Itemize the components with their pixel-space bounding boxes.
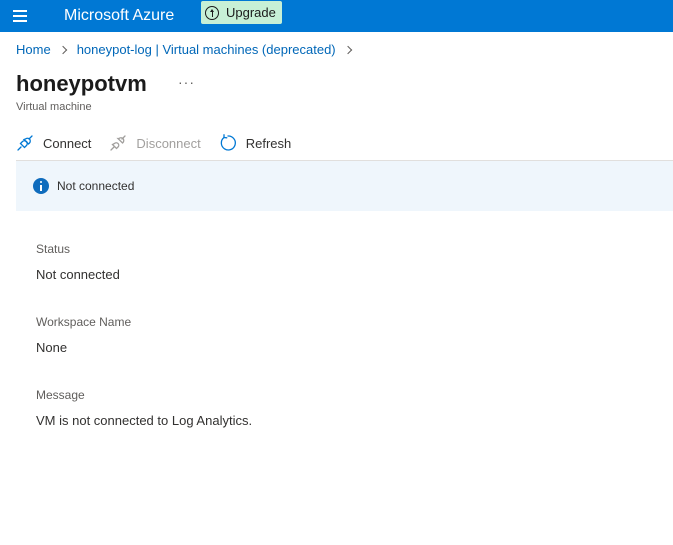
message-value: VM is not connected to Log Analytics. bbox=[36, 413, 253, 428]
upgrade-arrow-icon bbox=[205, 5, 219, 20]
refresh-button[interactable]: Refresh bbox=[219, 134, 292, 152]
chevron-right-icon bbox=[58, 45, 67, 54]
connect-label: Connect bbox=[43, 135, 92, 151]
chevron-right-icon bbox=[343, 45, 352, 54]
page-subtitle: Virtual machine bbox=[16, 101, 92, 113]
command-bar: Connect Disconnect Refresh bbox=[16, 131, 309, 155]
message-label: Message bbox=[36, 388, 85, 402]
status-label: Status bbox=[36, 242, 71, 256]
top-bar: Microsoft Azure Upgrade bbox=[0, 0, 673, 32]
page-title: honeypotvm bbox=[16, 71, 147, 96]
banner-text: Not connected bbox=[57, 179, 135, 193]
status-value: Not connected bbox=[36, 267, 120, 282]
refresh-icon bbox=[220, 134, 236, 151]
upgrade-button[interactable]: Upgrade bbox=[201, 1, 282, 24]
info-icon bbox=[33, 178, 49, 194]
hamburger-menu-icon[interactable] bbox=[6, 3, 34, 29]
breadcrumb: Home honeypot-log | Virtual machines (de… bbox=[16, 42, 362, 57]
workspace-name-value: None bbox=[36, 340, 68, 355]
upgrade-label: Upgrade bbox=[226, 5, 276, 20]
workspace-name-label: Workspace Name bbox=[36, 315, 132, 329]
refresh-label: Refresh bbox=[245, 135, 292, 151]
breadcrumb-home[interactable]: Home bbox=[16, 42, 51, 57]
disconnect-button[interactable]: Disconnect bbox=[109, 134, 201, 152]
status-banner: Not connected bbox=[16, 161, 673, 211]
plug-disconnect-icon bbox=[110, 135, 127, 151]
brand-title[interactable]: Microsoft Azure bbox=[64, 5, 174, 27]
more-options-icon[interactable]: ··· bbox=[178, 74, 195, 90]
plug-connect-icon bbox=[17, 135, 33, 151]
connect-button[interactable]: Connect bbox=[16, 134, 91, 152]
breadcrumb-virtual-machines[interactable]: honeypot-log | Virtual machines (depreca… bbox=[77, 42, 336, 57]
disconnect-label: Disconnect bbox=[136, 135, 201, 151]
